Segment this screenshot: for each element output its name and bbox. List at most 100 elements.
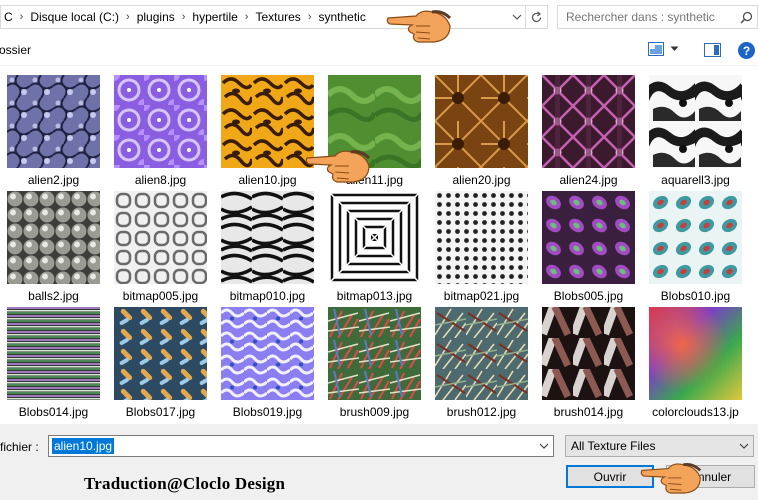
filename-field[interactable]: alien10.jpg [48, 435, 554, 457]
breadcrumb-item-synthetic[interactable]: synthetic [315, 10, 368, 24]
view-icon [648, 42, 664, 56]
texture-preview [649, 307, 742, 400]
chevron-right-icon: › [307, 11, 312, 23]
file-thumbnail[interactable] [7, 191, 100, 284]
breadcrumb-item-textures[interactable]: Textures [252, 10, 303, 24]
file-thumbnail[interactable] [435, 191, 528, 284]
file-thumbnail[interactable] [328, 307, 421, 400]
texture-preview [435, 191, 528, 284]
file-thumbnail[interactable] [649, 307, 742, 400]
file-thumbnail[interactable] [114, 307, 207, 400]
file-name: brush012.jpg [446, 405, 517, 419]
texture-preview [649, 75, 742, 168]
file-thumbnail[interactable] [542, 75, 635, 168]
texture-preview [435, 307, 528, 400]
file-name: brush014.jpg [553, 405, 624, 419]
chevron-right-icon: › [126, 11, 130, 23]
file-item[interactable]: Blobs010.jpg [642, 191, 749, 306]
file-item[interactable]: bitmap021.jpg [428, 191, 535, 306]
file-name: Blobs005.jpg [553, 289, 624, 303]
file-thumbnail[interactable] [649, 75, 742, 168]
new-folder-button[interactable]: ossier [0, 43, 31, 57]
file-item[interactable]: brush009.jpg [321, 307, 428, 422]
breadcrumb-item-plugins[interactable]: plugins [134, 10, 178, 24]
search-input[interactable] [566, 10, 735, 24]
breadcrumb-item-hypertile[interactable]: hypertile [189, 10, 240, 24]
chevron-down-icon [512, 14, 521, 20]
breadcrumb-item-root[interactable]: C [1, 10, 16, 24]
file-item[interactable]: brush014.jpg [535, 307, 642, 422]
texture-preview [435, 75, 528, 168]
preview-pane-button[interactable] [704, 43, 721, 60]
file-item[interactable]: balls2.jpg [0, 191, 107, 306]
texture-preview [328, 307, 421, 400]
file-thumbnail[interactable] [542, 307, 635, 400]
texture-preview [114, 307, 207, 400]
file-name: bitmap005.jpg [122, 289, 199, 303]
file-thumbnail[interactable] [542, 191, 635, 284]
file-item[interactable]: alien20.jpg [428, 75, 535, 190]
refresh-button[interactable] [525, 6, 547, 28]
file-item[interactable]: bitmap013.jpg [321, 191, 428, 306]
texture-preview [542, 191, 635, 284]
file-thumbnail[interactable] [328, 191, 421, 284]
breadcrumb-item-disk[interactable]: Disque local (C:) [27, 10, 122, 24]
texture-preview [7, 307, 100, 400]
file-item[interactable]: bitmap005.jpg [107, 191, 214, 306]
file-name: alien24.jpg [559, 173, 618, 187]
file-item[interactable]: bitmap010.jpg [214, 191, 321, 306]
chevron-down-icon [670, 46, 679, 51]
preview-pane-icon [704, 43, 721, 57]
file-name: aquarell3.jpg [661, 173, 730, 187]
file-thumbnail[interactable] [435, 75, 528, 168]
texture-preview [7, 75, 100, 168]
file-name: alien2.jpg [27, 173, 80, 187]
file-name: alien20.jpg [452, 173, 511, 187]
filetype-value: All Texture Files [571, 439, 656, 453]
view-options-button[interactable] [648, 42, 679, 56]
file-item[interactable]: Blobs019.jpg [214, 307, 321, 422]
file-name: brush009.jpg [339, 405, 410, 419]
filetype-select[interactable]: All Texture Files [565, 435, 754, 457]
texture-preview [7, 191, 100, 284]
chevron-right-icon: › [19, 11, 24, 23]
file-thumbnail[interactable] [114, 191, 207, 284]
file-thumbnail[interactable] [114, 75, 207, 168]
translator-credit: Traduction@Cloclo Design [84, 474, 286, 493]
texture-preview [542, 307, 635, 400]
help-icon[interactable]: ? [738, 42, 755, 59]
search-icon[interactable] [735, 11, 757, 24]
file-name: alien8.jpg [134, 173, 187, 187]
filetype-dropdown[interactable] [735, 440, 753, 452]
file-thumbnail[interactable] [7, 75, 100, 168]
file-item[interactable]: Blobs014.jpg [0, 307, 107, 422]
file-name: bitmap021.jpg [443, 289, 520, 303]
pointing-hand-icon [305, 150, 371, 183]
file-item[interactable]: aquarell3.jpg [642, 75, 749, 190]
file-item[interactable]: Blobs005.jpg [535, 191, 642, 306]
file-item[interactable]: alien24.jpg [535, 75, 642, 190]
file-thumbnail[interactable] [649, 191, 742, 284]
file-item[interactable]: brush012.jpg [428, 307, 535, 422]
chevron-right-icon: › [181, 11, 186, 23]
file-item[interactable]: Blobs017.jpg [107, 307, 214, 422]
chevron-down-icon [739, 443, 749, 449]
file-item[interactable]: colorclouds13.jp [642, 307, 749, 422]
texture-preview [114, 191, 207, 284]
file-thumbnail[interactable] [435, 307, 528, 400]
file-thumbnail[interactable] [7, 307, 100, 400]
address-bar[interactable]: C › Disque local (C:) › plugins › hypert… [0, 5, 548, 29]
texture-preview [542, 75, 635, 168]
filename-dropdown[interactable] [535, 440, 553, 452]
file-item[interactable]: alien2.jpg [0, 75, 107, 190]
address-history-dropdown[interactable] [507, 6, 525, 28]
filename-value[interactable]: alien10.jpg [52, 438, 115, 454]
file-thumbnail[interactable] [221, 191, 314, 284]
pointing-hand-icon [386, 10, 452, 43]
file-grid: alien2.jpg alien8.jpg alien10.jpg alien11.j… [0, 72, 758, 424]
file-item[interactable]: alien8.jpg [107, 75, 214, 190]
file-thumbnail[interactable] [221, 75, 314, 168]
search-box[interactable] [557, 5, 758, 29]
top-bar: C › Disque local (C:) › plugins › hypert… [0, 0, 758, 34]
file-thumbnail[interactable] [221, 307, 314, 400]
